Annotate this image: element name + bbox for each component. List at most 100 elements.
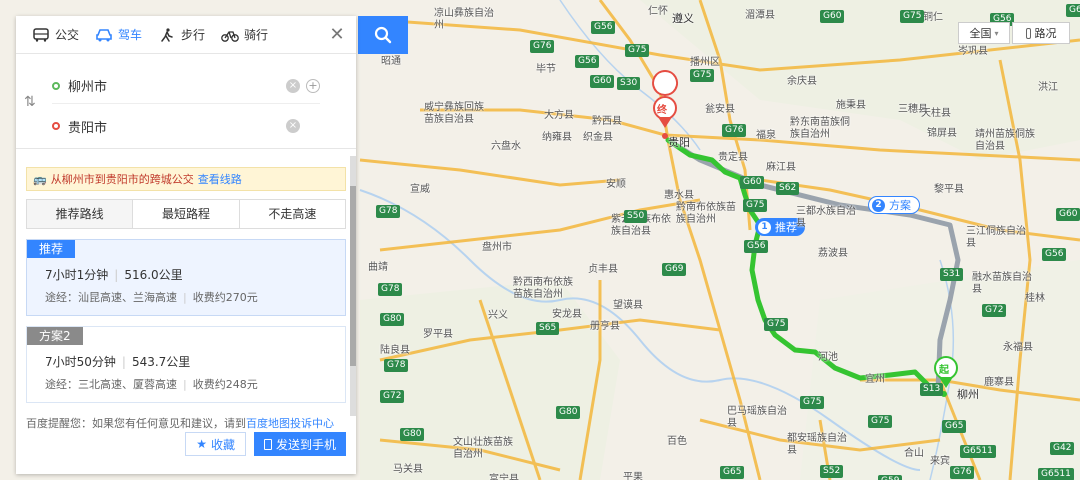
map-place-label[interactable]: 黔西县 <box>592 112 622 127</box>
map-place-label[interactable]: 黔南布依族苗族自治州 <box>676 202 740 226</box>
map-place-label[interactable]: 贵定县 <box>718 148 748 163</box>
map-place-label[interactable]: 永福县 <box>1003 338 1033 353</box>
map-place-label[interactable]: 纳雍县 <box>542 128 572 143</box>
feedback-text: 百度提醒您：如果您有任何意见和建议，请到 <box>26 417 246 430</box>
map-place-label[interactable]: 施秉县 <box>836 96 866 111</box>
favorite-button-label: 收藏 <box>210 437 235 452</box>
map-place-label[interactable]: 靖州苗族侗族自治县 <box>975 129 1039 153</box>
map-place-label[interactable]: 天柱县 <box>921 104 951 119</box>
map-place-label[interactable]: 合山 <box>904 444 924 459</box>
map-place-label[interactable]: 平果 <box>623 468 643 480</box>
map-place-label[interactable]: 洪江 <box>1038 78 1058 93</box>
end-input[interactable]: 贵阳市 × <box>52 108 320 144</box>
map-place-label[interactable]: 百色 <box>667 432 687 447</box>
route-plan-2[interactable]: 方案2 7小时50分钟 | 543.7公里 途经：三北高速、厦蓉高速 | 收费约248元 <box>26 326 346 403</box>
map-place-label[interactable]: 富宁县 <box>489 470 519 480</box>
search-button[interactable] <box>358 16 408 54</box>
map-place-label[interactable]: 鹿寨县 <box>984 373 1014 388</box>
road-shield: G78 <box>384 359 409 372</box>
map-place-label[interactable]: 黔东南苗族侗族自治州 <box>790 117 854 141</box>
route-plan-1[interactable]: 推荐 7小时1分钟 | 516.0公里 途经：汕昆高速、兰海高速 | 收费约270元 <box>26 239 346 316</box>
map-place-label[interactable]: 柳州 <box>957 386 979 402</box>
map-place-label[interactable]: 惠水县 <box>664 186 694 201</box>
tab-no-highway[interactable]: 不走高速 <box>240 200 345 228</box>
map-place-label[interactable]: 三都水族自治县 <box>796 206 860 230</box>
route-tag-alt[interactable]: 2 方案 <box>868 196 920 214</box>
tab-bike[interactable]: 骑行 <box>215 16 278 54</box>
map-place-label[interactable]: 贵阳 <box>668 134 690 150</box>
map-place-label[interactable]: 河池 <box>818 348 838 363</box>
road-shield: G65 <box>720 466 745 479</box>
map-place-label[interactable]: 兴义 <box>488 306 508 321</box>
map-place-label[interactable]: 三江侗族自治县 <box>966 226 1030 250</box>
favorite-button[interactable]: ★ 收藏 <box>185 432 246 456</box>
road-shield: S52 <box>820 465 844 478</box>
complaint-center-link[interactable]: 百度地图投诉中心 <box>246 417 334 430</box>
panel-scrollbar[interactable] <box>350 156 356 416</box>
tab-shortest[interactable]: 最短路程 <box>133 200 240 228</box>
map-place-label[interactable]: 来宾 <box>930 452 950 467</box>
traffic-toggle[interactable]: 路况 <box>1012 22 1070 44</box>
map-place-label[interactable]: 宣威 <box>410 180 430 195</box>
road-shield: S50 <box>624 210 648 223</box>
map-place-label[interactable]: 瓮安县 <box>705 100 735 115</box>
send-to-phone-button[interactable]: 发送到手机 <box>253 432 346 456</box>
map-place-label[interactable]: 罗平县 <box>423 325 453 340</box>
tab-recommended[interactable]: 推荐路线 <box>27 200 134 228</box>
map-place-label[interactable]: 大方县 <box>544 106 574 121</box>
map-place-label[interactable]: 织金县 <box>583 128 613 143</box>
map-place-label[interactable]: 威宁彝族回族苗族自治县 <box>424 102 488 126</box>
map-place-label[interactable]: 桂林 <box>1025 289 1045 304</box>
map-place-label[interactable]: 荔波县 <box>818 244 848 259</box>
map-place-label[interactable]: 铜仁 <box>923 8 943 23</box>
map-place-label[interactable]: 马关县 <box>393 460 423 475</box>
map-place-label[interactable]: 昭通 <box>381 52 401 67</box>
map-place-label[interactable]: 巴马瑶族自治县 <box>727 406 791 430</box>
map-place-label[interactable]: 都安瑶族自治县 <box>787 433 851 457</box>
scrollbar-thumb[interactable] <box>350 186 356 366</box>
end-input-value: 贵阳市 <box>68 120 108 136</box>
car-icon <box>96 28 112 41</box>
map-place-label[interactable]: 宜州 <box>865 370 885 385</box>
close-icon[interactable]: ✕ <box>318 16 356 54</box>
map-place-label[interactable]: 安顺 <box>606 175 626 190</box>
road-shield: S65 <box>536 322 560 335</box>
feedback-note: 百度提醒您：如果您有任何意见和建议，请到百度地图投诉中心 <box>26 415 346 431</box>
plan-toll: 收费约270元 <box>192 291 258 304</box>
clear-icon[interactable]: × <box>286 78 300 93</box>
map-place-label[interactable]: 毕节 <box>536 60 556 75</box>
map-place-label[interactable]: 黎平县 <box>934 180 964 195</box>
add-waypoint-icon[interactable]: + <box>306 78 320 93</box>
map-place-label[interactable]: 余庆县 <box>787 72 817 87</box>
region-select[interactable]: 全国 ▾ <box>958 22 1010 44</box>
map-place-label[interactable]: 锦屏县 <box>927 124 957 139</box>
map-place-label[interactable]: 安龙县 <box>552 305 582 320</box>
map-place-label[interactable]: 麻江县 <box>766 158 796 173</box>
swap-icon[interactable]: ⇅ <box>24 94 36 110</box>
tab-bus[interactable]: 公交 <box>26 16 89 54</box>
map-place-label[interactable]: 曲靖 <box>368 258 388 273</box>
plan-tag: 推荐 <box>27 240 76 258</box>
map-place-label[interactable]: 遵义 <box>672 10 694 26</box>
map-place-label[interactable]: 仁怀 <box>648 2 668 17</box>
tab-drive[interactable]: 驾车 <box>89 16 152 54</box>
map-place-label[interactable]: 贞丰县 <box>588 260 618 275</box>
map-place-label[interactable]: 黔西南布依族苗族自治州 <box>513 277 577 301</box>
clear-icon[interactable]: × <box>286 119 300 133</box>
map-place-label[interactable]: 陆良县 <box>380 341 410 356</box>
map-place-label[interactable]: 六盘水 <box>491 137 521 152</box>
start-input[interactable]: 柳州市 × + <box>52 68 320 104</box>
view-bus-lines-link[interactable]: 查看线路 <box>198 171 242 187</box>
map-place-label[interactable]: 凉山彝族自治州 <box>434 8 498 32</box>
map-place-label[interactable]: 福泉 <box>756 126 776 141</box>
map-place-label[interactable]: 文山壮族苗族自治州 <box>453 437 517 461</box>
tab-walk[interactable]: 步行 <box>152 16 215 54</box>
map-place-label[interactable]: 望谟县 <box>613 296 643 311</box>
map-place-label[interactable]: 岑巩县 <box>958 42 988 57</box>
phone-icon <box>263 438 272 450</box>
map-place-label[interactable]: 湄潭县 <box>745 6 775 21</box>
search-icon <box>374 26 392 44</box>
map-place-label[interactable]: 播州区 <box>690 53 720 68</box>
map-place-label[interactable]: 册亨县 <box>590 317 620 332</box>
map-place-label[interactable]: 盘州市 <box>482 238 512 253</box>
